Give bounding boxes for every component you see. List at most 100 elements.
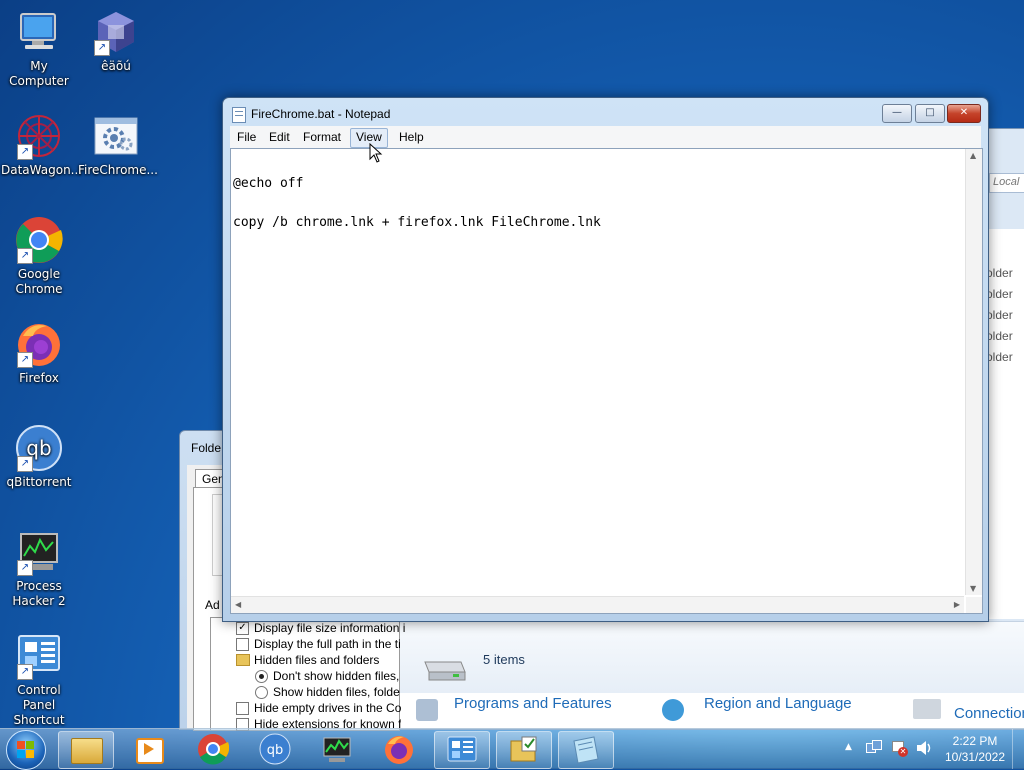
computer-icon bbox=[15, 8, 63, 56]
taskbar-process-hacker[interactable] bbox=[310, 731, 364, 767]
close-button[interactable]: ✕ bbox=[947, 104, 981, 123]
network-sphere-icon: ↗ bbox=[15, 112, 63, 160]
radio-button[interactable] bbox=[255, 670, 268, 683]
desktop-icon-qbittorrent[interactable]: qb ↗ qBittorrent bbox=[1, 424, 77, 490]
shortcut-arrow-icon: ↗ bbox=[17, 664, 33, 680]
process-hacker-icon: ↗ bbox=[15, 528, 63, 576]
shortcut-arrow-icon: ↗ bbox=[17, 248, 33, 264]
window-title: FireChrome.bat - Notepad bbox=[251, 107, 391, 121]
icon-label: My Computer bbox=[9, 59, 69, 88]
items-count: 5 items bbox=[483, 652, 525, 667]
cp-item-region[interactable]: Region and Language bbox=[704, 695, 852, 712]
folder-check-icon bbox=[510, 736, 537, 762]
vertical-scrollbar[interactable]: ▲ ▼ bbox=[965, 149, 982, 595]
taskbar-explorer[interactable] bbox=[58, 731, 114, 769]
chrome-icon bbox=[198, 734, 229, 765]
folder-icon bbox=[236, 654, 250, 666]
desktop-icon-my-computer[interactable]: My Computer bbox=[1, 8, 77, 89]
taskbar-folder-options[interactable] bbox=[496, 731, 552, 769]
editor-line: @echo off bbox=[233, 176, 304, 191]
firefox-icon: ↗ bbox=[15, 320, 63, 368]
taskbar-chrome[interactable] bbox=[186, 731, 240, 767]
action-center-flag-icon[interactable]: ✕ bbox=[890, 739, 908, 757]
icon-label: Firefox bbox=[19, 371, 59, 385]
desktop-icon-firefox[interactable]: ↗ Firefox bbox=[1, 320, 77, 386]
list-item[interactable]: older bbox=[986, 308, 1013, 322]
taskbar-qbittorrent[interactable]: qb bbox=[248, 731, 302, 767]
list-item[interactable]: older bbox=[986, 350, 1013, 364]
menu-format[interactable]: Format bbox=[298, 128, 346, 146]
menu-bar: File Edit Format View Help bbox=[230, 126, 981, 148]
checkbox[interactable] bbox=[236, 638, 249, 651]
folder-icon bbox=[71, 738, 103, 764]
scroll-down-arrow-icon[interactable]: ▼ bbox=[970, 584, 976, 593]
programs-icon bbox=[416, 699, 438, 721]
volume-icon[interactable] bbox=[915, 739, 933, 757]
scroll-up-arrow-icon[interactable]: ▲ bbox=[970, 151, 976, 160]
network-icon[interactable] bbox=[866, 740, 882, 756]
scrollbar-corner bbox=[966, 597, 982, 613]
process-hacker-icon bbox=[323, 737, 351, 762]
shortcut-arrow-icon: ↗ bbox=[17, 560, 33, 576]
show-hidden-icons-arrow-icon[interactable]: ▲ bbox=[845, 742, 852, 752]
firefox-icon bbox=[385, 736, 413, 764]
clock-time: 2:22 PM bbox=[952, 734, 998, 748]
search-placeholder: Local bbox=[993, 176, 1020, 188]
globe-icon bbox=[662, 699, 684, 721]
notepad-app-icon bbox=[232, 107, 246, 123]
icon-label: Process Hacker 2 bbox=[12, 579, 66, 608]
scroll-right-arrow-icon[interactable]: ▶ bbox=[954, 600, 960, 609]
desktop-icon-cube-app[interactable]: ↗ êäõú bbox=[78, 8, 154, 74]
media-player-icon bbox=[136, 738, 164, 764]
svg-text:qb: qb bbox=[267, 743, 284, 758]
menu-file[interactable]: File bbox=[232, 128, 261, 146]
connection-icon bbox=[913, 699, 941, 719]
shortcut-arrow-icon: ↗ bbox=[17, 352, 33, 368]
cp-item-programs[interactable]: Programs and Features bbox=[454, 695, 612, 712]
minimize-button[interactable]: — bbox=[882, 104, 912, 123]
windows-logo-icon bbox=[17, 741, 35, 759]
cp-item-connection[interactable]: Connection bbox=[954, 705, 1024, 722]
scroll-left-arrow-icon[interactable]: ◀ bbox=[235, 600, 241, 609]
mouse-cursor-icon bbox=[369, 142, 383, 166]
show-desktop-button[interactable] bbox=[1012, 729, 1024, 769]
notepad-window[interactable]: FireChrome.bat - Notepad — □ ✕ File Edit… bbox=[222, 97, 989, 622]
taskbar: qb ▲ ✕ 2:22 PM 10/31/2022 bbox=[0, 728, 1024, 770]
notepad-icon bbox=[573, 736, 599, 764]
start-button[interactable] bbox=[6, 730, 46, 770]
shortcut-arrow-icon: ↗ bbox=[17, 144, 33, 160]
menu-help[interactable]: Help bbox=[394, 128, 429, 146]
desktop-icon-control-panel[interactable]: ↗ Control Panel Shortcut bbox=[1, 632, 77, 728]
radio-button[interactable] bbox=[255, 686, 268, 699]
shortcut-arrow-icon: ↗ bbox=[94, 40, 110, 56]
qbittorrent-icon: qb bbox=[259, 733, 291, 765]
icon-label: FireChrome... bbox=[78, 163, 158, 177]
advanced-settings-label: Ad bbox=[205, 598, 220, 612]
desktop-icon-google-chrome[interactable]: ↗ Google Chrome bbox=[1, 216, 77, 297]
checkbox[interactable]: ✓ bbox=[236, 622, 249, 635]
system-clock[interactable]: 2:22 PM 10/31/2022 bbox=[942, 733, 1008, 765]
list-item[interactable]: older bbox=[986, 266, 1013, 280]
explorer-details-pane: 5 items bbox=[399, 621, 1024, 694]
checkbox[interactable] bbox=[236, 702, 249, 715]
desktop-icon-datawagon[interactable]: ↗ DataWagon... bbox=[1, 112, 82, 178]
taskbar-control-panel[interactable] bbox=[434, 731, 490, 769]
taskbar-media-player[interactable] bbox=[122, 731, 176, 767]
batch-file-gear-icon bbox=[92, 112, 140, 160]
desktop-icon-process-hacker[interactable]: ↗ Process Hacker 2 bbox=[1, 528, 77, 609]
desktop-icon-firechrome[interactable]: FireChrome... bbox=[78, 112, 158, 178]
taskbar-notepad[interactable] bbox=[558, 731, 614, 769]
chrome-icon: ↗ bbox=[15, 216, 63, 264]
list-item[interactable]: older bbox=[986, 287, 1013, 301]
control-panel-icon bbox=[447, 736, 477, 762]
menu-edit[interactable]: Edit bbox=[264, 128, 295, 146]
drive-icon bbox=[421, 652, 467, 685]
explorer-search-box[interactable]: Local bbox=[989, 173, 1024, 193]
text-editor[interactable]: @echo off copy /b chrome.lnk + firefox.l… bbox=[230, 148, 983, 614]
shortcut-arrow-icon: ↗ bbox=[17, 456, 33, 472]
maximize-button[interactable]: □ bbox=[915, 104, 945, 123]
list-item[interactable]: older bbox=[986, 329, 1013, 343]
control-panel-icon: ↗ bbox=[15, 632, 63, 680]
horizontal-scrollbar[interactable]: ◀ ▶ bbox=[231, 596, 964, 613]
taskbar-firefox[interactable] bbox=[372, 731, 426, 767]
